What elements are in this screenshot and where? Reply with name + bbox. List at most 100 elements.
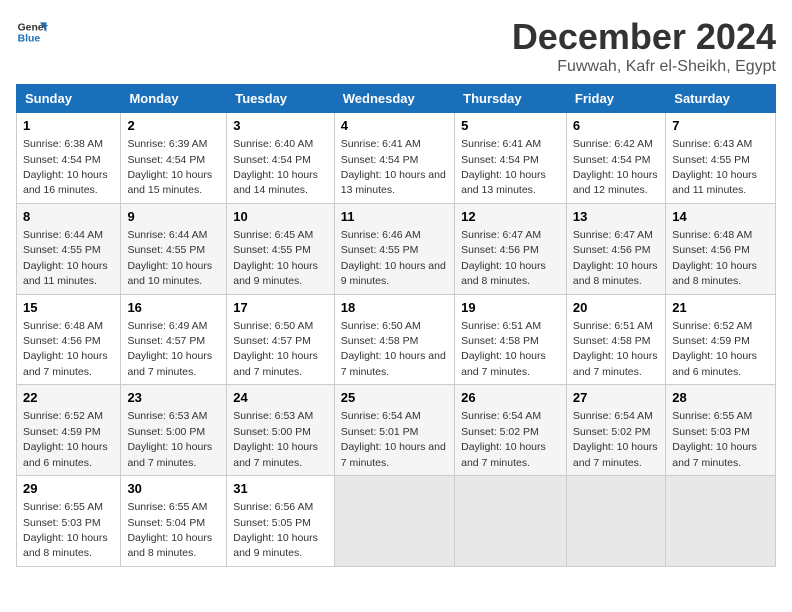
calendar-week-row: 29 Sunrise: 6:55 AM Sunset: 5:03 PM Dayl…: [17, 476, 776, 567]
day-info: Sunrise: 6:48 AM Sunset: 4:56 PM Dayligh…: [672, 229, 757, 287]
table-row: [334, 476, 454, 567]
day-info: Sunrise: 6:43 AM Sunset: 4:55 PM Dayligh…: [672, 138, 757, 196]
page-header: General Blue December 2024 Fuwwah, Kafr …: [16, 16, 776, 76]
day-info: Sunrise: 6:54 AM Sunset: 5:02 PM Dayligh…: [461, 410, 546, 468]
day-info: Sunrise: 6:40 AM Sunset: 4:54 PM Dayligh…: [233, 138, 318, 196]
day-number: 14: [672, 208, 769, 226]
table-row: 28 Sunrise: 6:55 AM Sunset: 5:03 PM Dayl…: [666, 385, 776, 476]
logo-icon: General Blue: [16, 16, 48, 48]
day-info: Sunrise: 6:41 AM Sunset: 4:54 PM Dayligh…: [461, 138, 546, 196]
table-row: 8 Sunrise: 6:44 AM Sunset: 4:55 PM Dayli…: [17, 203, 121, 294]
table-row: 9 Sunrise: 6:44 AM Sunset: 4:55 PM Dayli…: [121, 203, 227, 294]
table-row: [455, 476, 567, 567]
day-number: 1: [23, 117, 114, 135]
table-row: 22 Sunrise: 6:52 AM Sunset: 4:59 PM Dayl…: [17, 385, 121, 476]
table-row: 14 Sunrise: 6:48 AM Sunset: 4:56 PM Dayl…: [666, 203, 776, 294]
day-number: 17: [233, 299, 328, 317]
day-number: 29: [23, 480, 114, 498]
calendar-week-row: 8 Sunrise: 6:44 AM Sunset: 4:55 PM Dayli…: [17, 203, 776, 294]
day-number: 9: [127, 208, 220, 226]
day-number: 6: [573, 117, 659, 135]
day-number: 3: [233, 117, 328, 135]
day-info: Sunrise: 6:50 AM Sunset: 4:58 PM Dayligh…: [341, 320, 446, 378]
table-row: 11 Sunrise: 6:46 AM Sunset: 4:55 PM Dayl…: [334, 203, 454, 294]
calendar-week-row: 22 Sunrise: 6:52 AM Sunset: 4:59 PM Dayl…: [17, 385, 776, 476]
calendar-week-row: 15 Sunrise: 6:48 AM Sunset: 4:56 PM Dayl…: [17, 294, 776, 385]
day-info: Sunrise: 6:45 AM Sunset: 4:55 PM Dayligh…: [233, 229, 318, 287]
day-info: Sunrise: 6:50 AM Sunset: 4:57 PM Dayligh…: [233, 320, 318, 378]
day-info: Sunrise: 6:47 AM Sunset: 4:56 PM Dayligh…: [573, 229, 658, 287]
day-number: 24: [233, 389, 328, 407]
day-number: 19: [461, 299, 560, 317]
table-row: 21 Sunrise: 6:52 AM Sunset: 4:59 PM Dayl…: [666, 294, 776, 385]
day-number: 11: [341, 208, 448, 226]
day-info: Sunrise: 6:39 AM Sunset: 4:54 PM Dayligh…: [127, 138, 212, 196]
col-wednesday: Wednesday: [334, 85, 454, 113]
logo: General Blue: [16, 16, 48, 48]
day-number: 25: [341, 389, 448, 407]
day-info: Sunrise: 6:55 AM Sunset: 5:03 PM Dayligh…: [672, 410, 757, 468]
table-row: 19 Sunrise: 6:51 AM Sunset: 4:58 PM Dayl…: [455, 294, 567, 385]
table-row: 15 Sunrise: 6:48 AM Sunset: 4:56 PM Dayl…: [17, 294, 121, 385]
table-row: 2 Sunrise: 6:39 AM Sunset: 4:54 PM Dayli…: [121, 113, 227, 204]
table-row: 25 Sunrise: 6:54 AM Sunset: 5:01 PM Dayl…: [334, 385, 454, 476]
day-number: 21: [672, 299, 769, 317]
day-number: 7: [672, 117, 769, 135]
table-row: 3 Sunrise: 6:40 AM Sunset: 4:54 PM Dayli…: [227, 113, 335, 204]
table-row: 20 Sunrise: 6:51 AM Sunset: 4:58 PM Dayl…: [566, 294, 665, 385]
table-row: 29 Sunrise: 6:55 AM Sunset: 5:03 PM Dayl…: [17, 476, 121, 567]
day-info: Sunrise: 6:55 AM Sunset: 5:03 PM Dayligh…: [23, 501, 108, 559]
day-info: Sunrise: 6:48 AM Sunset: 4:56 PM Dayligh…: [23, 320, 108, 378]
table-row: 27 Sunrise: 6:54 AM Sunset: 5:02 PM Dayl…: [566, 385, 665, 476]
day-info: Sunrise: 6:53 AM Sunset: 5:00 PM Dayligh…: [127, 410, 212, 468]
location: Fuwwah, Kafr el-Sheikh, Egypt: [512, 58, 776, 76]
title-block: December 2024 Fuwwah, Kafr el-Sheikh, Eg…: [512, 16, 776, 76]
day-number: 23: [127, 389, 220, 407]
col-monday: Monday: [121, 85, 227, 113]
day-info: Sunrise: 6:52 AM Sunset: 4:59 PM Dayligh…: [23, 410, 108, 468]
day-info: Sunrise: 6:42 AM Sunset: 4:54 PM Dayligh…: [573, 138, 658, 196]
table-row: 23 Sunrise: 6:53 AM Sunset: 5:00 PM Dayl…: [121, 385, 227, 476]
day-number: 26: [461, 389, 560, 407]
day-info: Sunrise: 6:56 AM Sunset: 5:05 PM Dayligh…: [233, 501, 318, 559]
day-info: Sunrise: 6:41 AM Sunset: 4:54 PM Dayligh…: [341, 138, 446, 196]
table-row: 24 Sunrise: 6:53 AM Sunset: 5:00 PM Dayl…: [227, 385, 335, 476]
day-info: Sunrise: 6:47 AM Sunset: 4:56 PM Dayligh…: [461, 229, 546, 287]
day-number: 4: [341, 117, 448, 135]
day-info: Sunrise: 6:55 AM Sunset: 5:04 PM Dayligh…: [127, 501, 212, 559]
day-info: Sunrise: 6:53 AM Sunset: 5:00 PM Dayligh…: [233, 410, 318, 468]
table-row: 16 Sunrise: 6:49 AM Sunset: 4:57 PM Dayl…: [121, 294, 227, 385]
col-tuesday: Tuesday: [227, 85, 335, 113]
day-number: 12: [461, 208, 560, 226]
day-number: 30: [127, 480, 220, 498]
table-row: [566, 476, 665, 567]
table-row: 5 Sunrise: 6:41 AM Sunset: 4:54 PM Dayli…: [455, 113, 567, 204]
col-saturday: Saturday: [666, 85, 776, 113]
day-info: Sunrise: 6:44 AM Sunset: 4:55 PM Dayligh…: [127, 229, 212, 287]
calendar-week-row: 1 Sunrise: 6:38 AM Sunset: 4:54 PM Dayli…: [17, 113, 776, 204]
col-thursday: Thursday: [455, 85, 567, 113]
day-number: 5: [461, 117, 560, 135]
header-row: Sunday Monday Tuesday Wednesday Thursday…: [17, 85, 776, 113]
day-info: Sunrise: 6:54 AM Sunset: 5:01 PM Dayligh…: [341, 410, 446, 468]
table-row: 17 Sunrise: 6:50 AM Sunset: 4:57 PM Dayl…: [227, 294, 335, 385]
day-number: 31: [233, 480, 328, 498]
day-info: Sunrise: 6:52 AM Sunset: 4:59 PM Dayligh…: [672, 320, 757, 378]
day-number: 15: [23, 299, 114, 317]
day-info: Sunrise: 6:51 AM Sunset: 4:58 PM Dayligh…: [573, 320, 658, 378]
table-row: 13 Sunrise: 6:47 AM Sunset: 4:56 PM Dayl…: [566, 203, 665, 294]
day-number: 28: [672, 389, 769, 407]
day-number: 8: [23, 208, 114, 226]
day-info: Sunrise: 6:49 AM Sunset: 4:57 PM Dayligh…: [127, 320, 212, 378]
table-row: 18 Sunrise: 6:50 AM Sunset: 4:58 PM Dayl…: [334, 294, 454, 385]
day-number: 13: [573, 208, 659, 226]
table-row: 1 Sunrise: 6:38 AM Sunset: 4:54 PM Dayli…: [17, 113, 121, 204]
day-number: 16: [127, 299, 220, 317]
day-info: Sunrise: 6:44 AM Sunset: 4:55 PM Dayligh…: [23, 229, 108, 287]
day-info: Sunrise: 6:51 AM Sunset: 4:58 PM Dayligh…: [461, 320, 546, 378]
calendar-table: Sunday Monday Tuesday Wednesday Thursday…: [16, 84, 776, 567]
col-friday: Friday: [566, 85, 665, 113]
day-number: 2: [127, 117, 220, 135]
day-info: Sunrise: 6:46 AM Sunset: 4:55 PM Dayligh…: [341, 229, 446, 287]
table-row: [666, 476, 776, 567]
